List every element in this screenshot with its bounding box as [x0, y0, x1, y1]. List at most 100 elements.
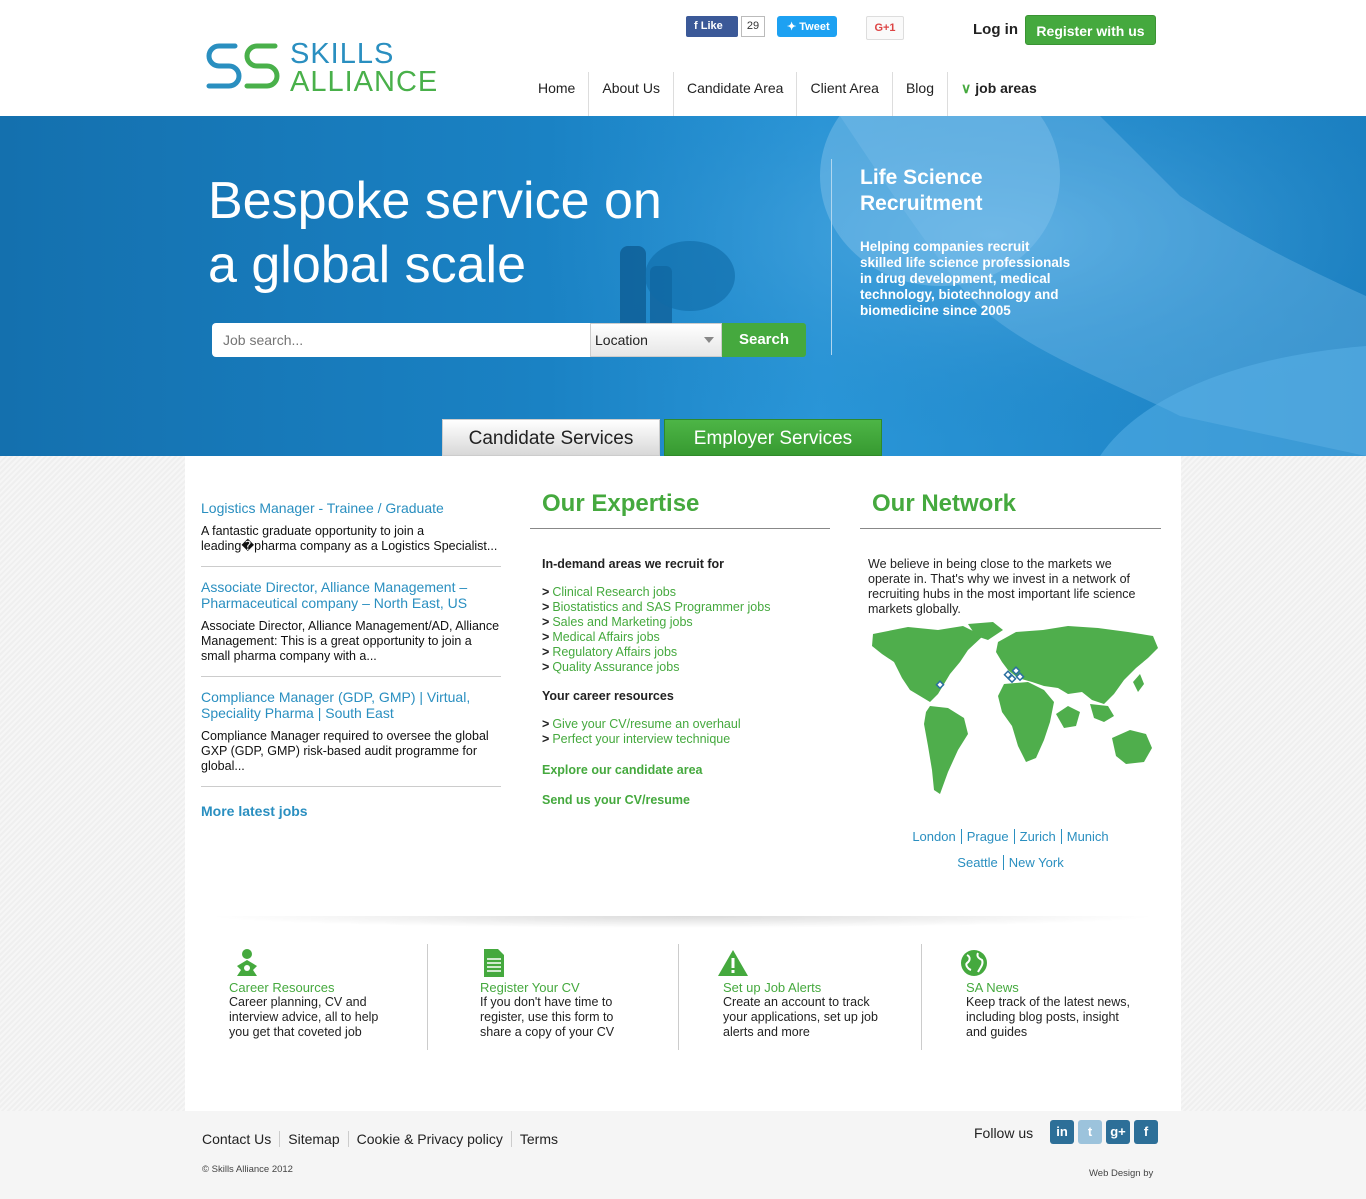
twitter-bird-icon: ✦: [787, 21, 800, 33]
expertise-area-label: Clinical Research jobs: [552, 585, 676, 599]
career-resource-item[interactable]: > Perfect your interview technique: [542, 732, 830, 747]
tab-employer-services[interactable]: Employer Services: [664, 419, 882, 456]
career-resources-subheading: Your career resources: [542, 689, 674, 703]
expertise-area-item[interactable]: > Quality Assurance jobs: [542, 660, 830, 675]
feature-title: Career Resources: [229, 980, 335, 995]
expertise-area-item[interactable]: > Medical Affairs jobs: [542, 630, 830, 645]
city-prague[interactable]: Prague: [961, 829, 1015, 844]
bullet-icon: >: [542, 732, 550, 746]
follow-us-label: Follow us: [974, 1125, 1034, 1141]
document-icon: [484, 949, 504, 977]
hero-title: Bespoke service on a global scale: [208, 169, 662, 297]
globe-icon: [961, 950, 987, 976]
career-resource-label: Perfect your interview technique: [552, 732, 731, 746]
skills-alliance-logo[interactable]: SKILLS ALLIANCE: [205, 40, 450, 100]
job-item: Associate Director, Alliance Management …: [201, 579, 501, 677]
hero-title-line2: a global scale: [208, 236, 526, 294]
expertise-area-item[interactable]: > Regulatory Affairs jobs: [542, 645, 830, 660]
job-title-link[interactable]: Associate Director, Alliance Management …: [201, 579, 501, 611]
location-select-value: Location: [595, 332, 648, 348]
footer-contact-us[interactable]: Contact Us: [202, 1131, 281, 1147]
feature-title: SA News: [966, 980, 1019, 995]
explore-candidate-area-link[interactable]: Explore our candidate area: [542, 763, 830, 777]
job-item: Logistics Manager - Trainee / Graduate A…: [201, 500, 501, 567]
nav-blog[interactable]: Blog: [893, 72, 948, 116]
in-demand-subheading: In-demand areas we recruit for: [542, 557, 725, 571]
nav-job-areas[interactable]: ∨ job areas: [948, 72, 1050, 116]
location-select[interactable]: Location: [590, 323, 722, 357]
latest-jobs: Logistics Manager - Trainee / Graduate A…: [201, 500, 501, 819]
career-resource-label: Give your CV/resume an overhaul: [552, 717, 741, 731]
hero-banner: Bespoke service on a global scale Life S…: [0, 116, 1366, 456]
job-search-input[interactable]: [212, 323, 590, 357]
life-science-title: Life Science Recruitment: [860, 166, 983, 215]
linkedin-icon[interactable]: in: [1050, 1120, 1074, 1144]
tab-candidate-services[interactable]: Candidate Services: [442, 419, 660, 456]
google-plus-icon[interactable]: g+: [1106, 1120, 1130, 1144]
twitter-icon[interactable]: t: [1078, 1120, 1102, 1144]
nav-job-areas-label: job areas: [975, 80, 1037, 96]
cities-row: London Prague Zurich Munich: [860, 824, 1161, 850]
nav-candidate-area[interactable]: Candidate Area: [674, 72, 798, 116]
tweet-button[interactable]: ✦ Tweet: [777, 16, 837, 37]
feature-job-alerts[interactable]: Set up Job Alerts Create an account to t…: [679, 944, 922, 1050]
bullet-icon: >: [542, 660, 550, 674]
feature-description: Create an account to track your applicat…: [723, 995, 878, 1039]
facebook-like-label: Like: [700, 20, 723, 32]
nav-home[interactable]: Home: [525, 72, 590, 116]
copyright: © Skills Alliance 2012: [202, 1164, 293, 1175]
career-resources-list: > Give your CV/resume an overhaul > Perfec…: [542, 717, 830, 747]
feature-career-resources[interactable]: Career Resources Career planning, CV and…: [185, 944, 428, 1050]
hero-divider: [831, 159, 832, 355]
network-heading: Our Network: [860, 490, 1161, 529]
cities-row: Seattle New York: [860, 850, 1161, 876]
web-design-credit: Web Design by: [1089, 1168, 1154, 1179]
login-link[interactable]: Log in: [973, 21, 1018, 38]
world-map-image: [872, 622, 1158, 794]
expertise-area-item[interactable]: > Clinical Research jobs: [542, 585, 830, 600]
site-footer: Contact Us Sitemap Cookie & Privacy poli…: [0, 1111, 1366, 1199]
dropdown-arrow-icon: [704, 337, 714, 343]
bullet-icon: >: [542, 630, 550, 644]
job-title-link[interactable]: Logistics Manager - Trainee / Graduate: [201, 500, 501, 516]
expertise-area-item[interactable]: > Biostatistics and SAS Programmer jobs: [542, 600, 830, 615]
main-nav: Home About Us Candidate Area Client Area…: [525, 72, 1050, 116]
expertise-area-item[interactable]: > Sales and Marketing jobs: [542, 615, 830, 630]
footer-sitemap[interactable]: Sitemap: [280, 1131, 349, 1147]
expertise-area-label: Medical Affairs jobs: [552, 630, 660, 644]
feature-description: Career planning, CV and interview advice…: [229, 995, 379, 1039]
feature-sa-news[interactable]: SA News Keep track of the latest news, i…: [922, 944, 1165, 1050]
city-seattle[interactable]: Seattle: [952, 855, 1004, 870]
job-item: Compliance Manager (GDP, GMP) | Virtual,…: [201, 689, 501, 787]
nav-about-us[interactable]: About Us: [589, 72, 674, 116]
register-button[interactable]: Register with us: [1025, 15, 1156, 45]
city-zurich[interactable]: Zurich: [1014, 829, 1062, 844]
nav-client-area[interactable]: Client Area: [797, 72, 893, 116]
facebook-icon[interactable]: f: [1134, 1120, 1158, 1144]
expertise-heading: Our Expertise: [530, 490, 830, 529]
footer-terms[interactable]: Terms: [512, 1131, 566, 1147]
city-london[interactable]: London: [907, 829, 962, 844]
tweet-label: Tweet: [799, 21, 830, 33]
footer-links: Contact Us Sitemap Cookie & Privacy poli…: [202, 1131, 566, 1147]
warning-icon: [718, 950, 748, 976]
bullet-icon: >: [542, 645, 550, 659]
city-new-york[interactable]: New York: [1004, 855, 1069, 870]
send-cv-link[interactable]: Send us your CV/resume: [542, 793, 830, 807]
feature-register-cv[interactable]: Register Your CV If you don't have time …: [436, 944, 679, 1050]
bullet-icon: >: [542, 600, 550, 614]
more-latest-jobs-link[interactable]: More latest jobs: [201, 803, 501, 819]
city-munich[interactable]: Munich: [1062, 829, 1114, 844]
career-resource-item[interactable]: > Give your CV/resume an overhaul: [542, 717, 830, 732]
our-expertise: Our Expertise In-demand areas we recruit…: [530, 490, 830, 807]
facebook-like-button[interactable]: f Like: [686, 16, 738, 37]
logo-text: SKILLS ALLIANCE: [290, 40, 438, 97]
google-plus-button[interactable]: G+1: [866, 16, 904, 40]
hero-title-line1: Bespoke service on: [208, 172, 662, 230]
search-button[interactable]: Search: [722, 323, 806, 357]
feature-title: Set up Job Alerts: [723, 980, 822, 995]
job-title-link[interactable]: Compliance Manager (GDP, GMP) | Virtual,…: [201, 689, 501, 721]
footer-cookie-privacy[interactable]: Cookie & Privacy policy: [349, 1131, 512, 1147]
network-description: We believe in being close to the markets…: [868, 557, 1136, 616]
feature-description: Keep track of the latest news, including…: [966, 995, 1130, 1039]
